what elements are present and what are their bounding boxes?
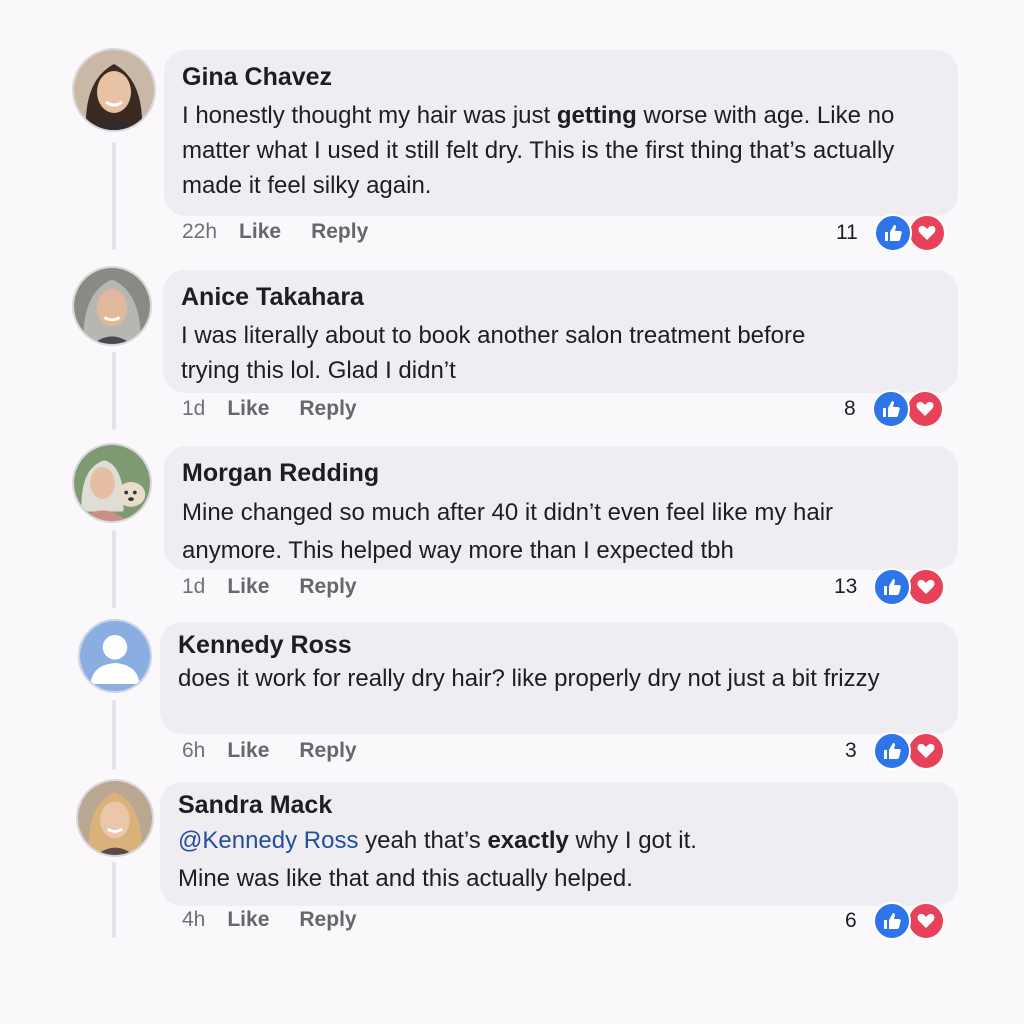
comment-time: 22h [182, 220, 218, 243]
like-button[interactable]: Like [227, 908, 269, 932]
comment-text-part: why I got it. [568, 827, 697, 854]
love-icon [906, 732, 945, 770]
like-icon [873, 214, 912, 252]
mention-link[interactable]: @Kennedy Ross [178, 827, 358, 854]
reaction-count: 13 [834, 575, 858, 598]
comment-meta: 4h Like Reply [182, 908, 387, 932]
like-button[interactable]: Like [227, 397, 269, 421]
comment-text-bold: getting [556, 102, 637, 129]
thread-line [112, 862, 116, 938]
comment-author[interactable]: Anice Takahara [181, 282, 940, 312]
like-button[interactable]: Like [227, 739, 269, 763]
comment-text-part: yeah that’s [358, 827, 488, 854]
reply-button[interactable]: Reply [299, 397, 356, 421]
comment-author[interactable]: Gina Chavez [182, 62, 940, 92]
avatar[interactable] [76, 779, 154, 857]
thread-line [112, 530, 116, 608]
like-button[interactable]: Like [227, 575, 269, 599]
comment-text: does it work for really dry hair? like p… [178, 662, 923, 695]
reaction-count: 11 [836, 221, 858, 244]
thread-line [112, 700, 116, 770]
reply-button[interactable]: Reply [299, 908, 356, 932]
reaction-count: 3 [845, 739, 857, 762]
reply-button[interactable]: Reply [299, 739, 356, 763]
comment-text: Mine changed so much after 40 it didn’t … [182, 494, 932, 570]
comment-text-part: I was literally about to book another sa… [181, 322, 806, 384]
comment-bubble: Gina Chavez I honestly thought my hair w… [164, 50, 958, 216]
avatar[interactable] [72, 266, 152, 346]
avatar-photo-icon [78, 781, 152, 855]
comment-time: 1d [182, 397, 206, 420]
comment-bubble: Morgan Redding Mine changed so much afte… [164, 446, 958, 570]
comment-author[interactable]: Kennedy Ross [178, 630, 940, 660]
comment-text: @Kennedy Ross yeah that’s exactly why I … [178, 822, 940, 898]
avatar-photo-icon [74, 50, 154, 130]
comment-author[interactable]: Sandra Mack [178, 790, 940, 820]
reply-button[interactable]: Reply [299, 575, 356, 599]
reaction-summary[interactable]: 3 [845, 732, 945, 770]
love-icon [907, 214, 946, 252]
comment-text-part: I honestly thought my hair was just [182, 102, 557, 129]
like-icon [872, 732, 911, 770]
comment-meta: 1d Like Reply [182, 397, 387, 421]
comment-time: 4h [182, 908, 206, 931]
love-icon [906, 902, 945, 940]
comment-meta: 6h Like Reply [182, 739, 387, 763]
comment-bubble: Sandra Mack @Kennedy Ross yeah that’s ex… [160, 782, 958, 906]
thread-line [112, 142, 116, 250]
comment-time: 1d [182, 575, 206, 598]
comment-bubble: Kennedy Ross does it work for really dry… [160, 622, 958, 734]
comment-bubble: Anice Takahara I was literally about to … [163, 270, 958, 393]
avatar-photo-icon [74, 445, 150, 521]
reaction-summary[interactable]: 13 [834, 568, 946, 606]
avatar[interactable] [72, 48, 156, 132]
comment-text-part: Mine was like that and this actually hel… [178, 865, 633, 892]
like-icon [873, 568, 912, 606]
comment-text-part: Mine changed so much after 40 it didn’t … [182, 499, 834, 564]
reaction-summary[interactable]: 8 [844, 390, 944, 428]
reaction-count: 6 [845, 909, 857, 932]
thread-line [112, 352, 116, 430]
comment-meta: 1d Like Reply [182, 575, 387, 599]
avatar[interactable] [72, 443, 152, 523]
like-button[interactable]: Like [239, 220, 281, 244]
comment-text: I honestly thought my hair was just gett… [182, 98, 940, 203]
love-icon [907, 568, 946, 606]
comment-time: 6h [182, 739, 206, 762]
like-icon [871, 390, 910, 428]
comment-text-part: does it work for really dry hair? like p… [178, 665, 880, 692]
avatar-photo-icon [74, 268, 150, 344]
comment-text: I was literally about to book another sa… [181, 318, 821, 388]
love-icon [905, 390, 944, 428]
comment-meta: 22h Like Reply [182, 220, 398, 244]
like-icon [872, 902, 911, 940]
default-avatar-icon [80, 621, 150, 691]
reaction-summary[interactable]: 6 [845, 902, 945, 940]
reply-button[interactable]: Reply [311, 220, 368, 244]
avatar[interactable] [78, 619, 152, 693]
comment-author[interactable]: Morgan Redding [182, 458, 940, 488]
reaction-count: 8 [844, 397, 856, 420]
comment-text-bold: exactly [487, 827, 569, 854]
reaction-summary[interactable]: 11 [836, 214, 946, 252]
